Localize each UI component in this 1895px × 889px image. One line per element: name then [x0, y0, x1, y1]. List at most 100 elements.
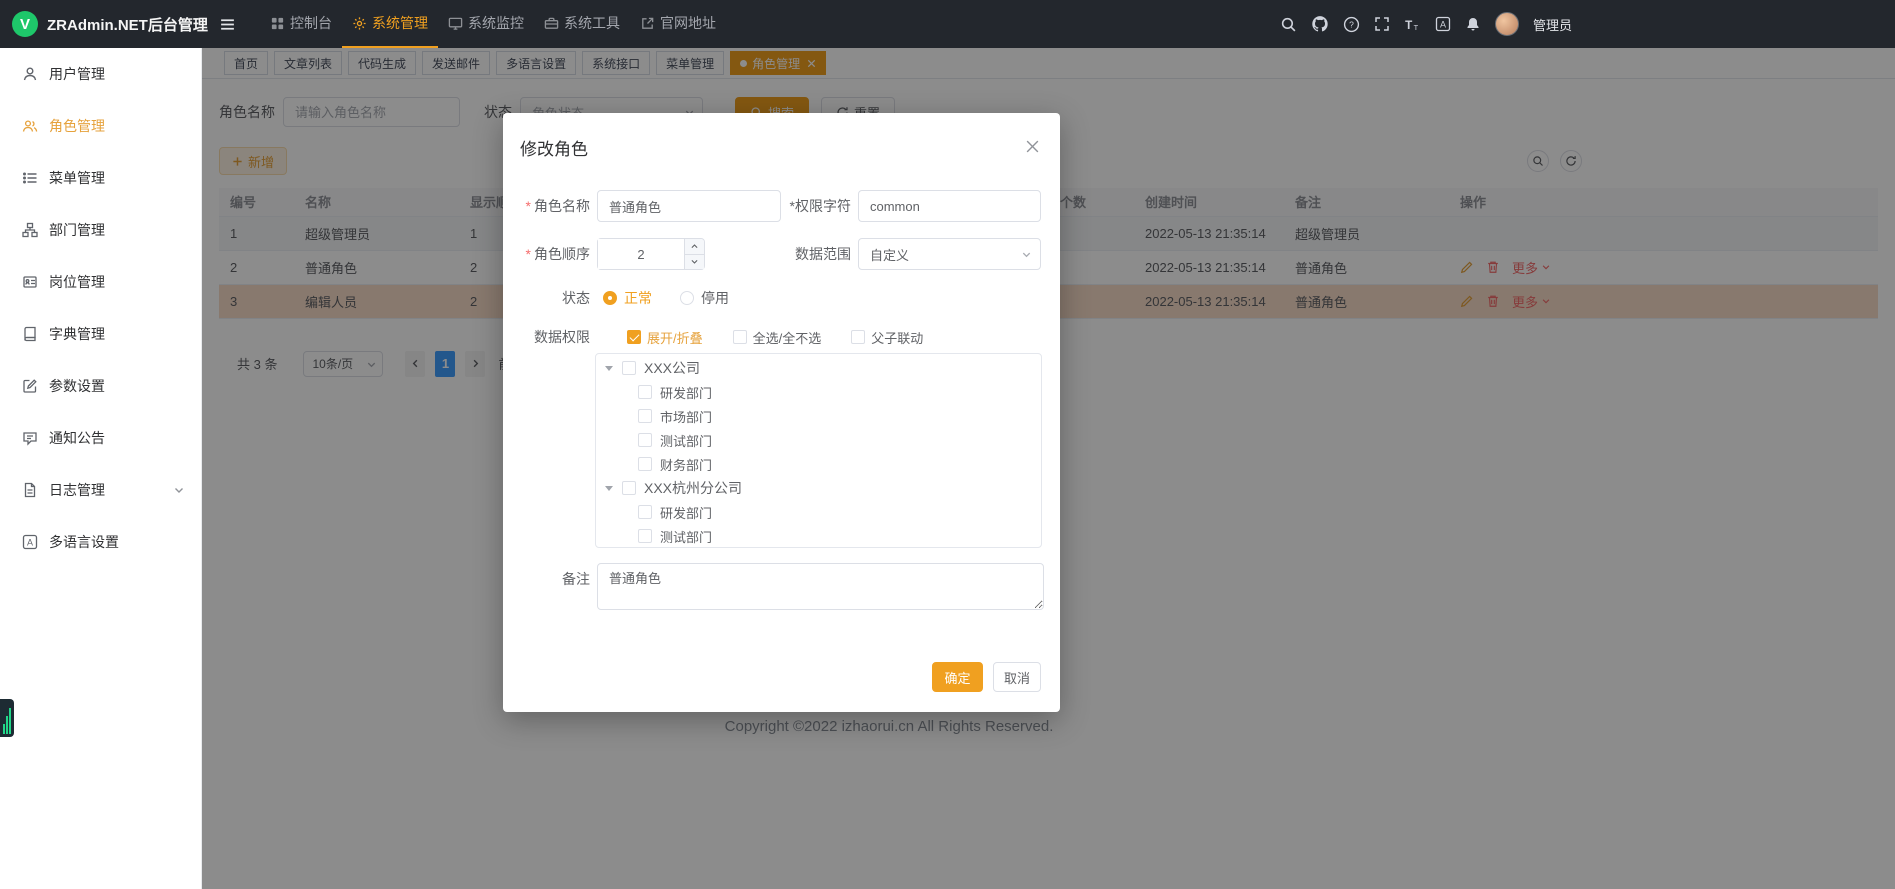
nav-item-system-monitor[interactable]: 系统监控: [438, 0, 534, 48]
checkbox-icon[interactable]: [638, 505, 652, 519]
tree-node-dept[interactable]: 财务部门: [596, 452, 1041, 476]
sidebar-item-label: 多语言设置: [49, 532, 119, 552]
tree-node-label: 研发部门: [660, 383, 712, 402]
confirm-button[interactable]: 确定: [932, 662, 983, 692]
tree-node-company-1[interactable]: XXX公司: [596, 356, 1041, 380]
cancel-button[interactable]: 取消: [993, 662, 1041, 692]
status-radio-disabled[interactable]: 停用: [680, 288, 729, 308]
nav-item-website[interactable]: 官网地址: [630, 0, 726, 48]
tree-node-dept[interactable]: 研发部门: [596, 500, 1041, 524]
user-icon: [22, 66, 38, 82]
permission-tree: XXX公司 研发部门 市场部门 测试部门 财务部门 XXX杭州分公司 研发部门: [595, 353, 1042, 548]
nav-label: 官网地址: [660, 13, 716, 33]
close-icon[interactable]: [1023, 137, 1042, 156]
sidebar-item-post-mgmt[interactable]: 岗位管理: [0, 256, 201, 308]
search-icon[interactable]: [1280, 16, 1297, 33]
svg-text:T: T: [1405, 18, 1412, 31]
svg-text:T: T: [1414, 22, 1419, 31]
stepper-down-icon[interactable]: [685, 255, 704, 270]
tree-node-label: 市场部门: [660, 407, 712, 426]
data-scope-select[interactable]: 自定义: [858, 238, 1041, 270]
avatar[interactable]: [1495, 12, 1519, 36]
stepper-up-icon[interactable]: [685, 239, 704, 255]
caret-down-icon[interactable]: [605, 486, 613, 491]
sidebar-item-label: 字典管理: [49, 324, 105, 344]
header-actions: ? TT A 管理员: [1280, 0, 1572, 48]
nav-item-system-admin[interactable]: 系统管理: [342, 0, 438, 48]
bell-icon[interactable]: [1465, 16, 1481, 32]
remark-textarea[interactable]: 普通角色: [597, 563, 1044, 610]
nav-label: 控制台: [290, 13, 332, 33]
checkbox-icon[interactable]: [638, 409, 652, 423]
sidebar-item-menu-mgmt[interactable]: 菜单管理: [0, 152, 201, 204]
tools-icon: [544, 16, 559, 31]
top-nav: 控制台 系统管理 系统监控 系统工具 官网地址: [260, 0, 726, 48]
sidebar-item-label: 日志管理: [49, 480, 105, 500]
status-radio-normal[interactable]: 正常: [603, 288, 652, 308]
checkbox-icon[interactable]: [638, 385, 652, 399]
log-icon: [22, 482, 38, 498]
nav-label: 系统工具: [564, 13, 620, 33]
nav-label: 系统监控: [468, 13, 524, 33]
radio-icon: [680, 291, 694, 305]
required-mark: *: [526, 246, 531, 262]
github-icon[interactable]: [1311, 15, 1329, 33]
hamburger-icon[interactable]: [215, 12, 240, 37]
app-logo[interactable]: V ZRAdmin.NET后台管理: [0, 0, 202, 48]
role-order-stepper: [597, 238, 705, 270]
sidebar-item-log-mgmt[interactable]: 日志管理: [0, 464, 201, 516]
chevron-down-icon: [173, 484, 185, 496]
tree-node-dept[interactable]: 测试部门: [596, 428, 1041, 452]
tree-node-company-2[interactable]: XXX杭州分公司: [596, 476, 1041, 500]
row-remark: 备注 普通角色: [503, 563, 1060, 610]
tree-node-dept[interactable]: 市场部门: [596, 404, 1041, 428]
sidebar-item-user-mgmt[interactable]: 用户管理: [0, 48, 201, 100]
sidebar-item-dept-mgmt[interactable]: 部门管理: [0, 204, 201, 256]
role-order-input[interactable]: [598, 239, 684, 269]
caret-down-icon[interactable]: [605, 366, 613, 371]
nav-item-system-tools[interactable]: 系统工具: [534, 0, 630, 48]
app-header: V ZRAdmin.NET后台管理 控制台 系统管理 系统监控 系统工具 官网地…: [0, 0, 1895, 48]
checkbox-icon[interactable]: [638, 433, 652, 447]
svg-text:A: A: [27, 538, 33, 548]
perm-checkbox-expand[interactable]: 展开/折叠: [627, 328, 703, 347]
question-icon[interactable]: ?: [1343, 16, 1360, 33]
role-name-input[interactable]: [597, 190, 781, 222]
sidebar-item-dict-mgmt[interactable]: 字典管理: [0, 308, 201, 360]
role-name-label: *角色名称: [503, 196, 590, 216]
data-scope-label: 数据范围: [705, 244, 851, 264]
checkbox-icon[interactable]: [638, 529, 652, 543]
dashboard-icon: [270, 16, 285, 31]
checkbox-icon[interactable]: [638, 457, 652, 471]
corner-widget[interactable]: [0, 699, 14, 737]
user-name[interactable]: 管理员: [1533, 15, 1572, 34]
fullscreen-icon[interactable]: [1374, 16, 1390, 32]
perm-checkbox-linkage[interactable]: 父子联动: [851, 328, 923, 347]
tree-node-dept[interactable]: 测试部门: [596, 524, 1041, 548]
font-size-icon[interactable]: TT: [1404, 16, 1421, 33]
nav-item-console[interactable]: 控制台: [260, 0, 342, 48]
sidebar-item-role-mgmt[interactable]: 角色管理: [0, 100, 201, 152]
perm-checkbox-selectall[interactable]: 全选/全不选: [733, 328, 822, 347]
menu-icon: [22, 170, 38, 186]
sidebar-item-label: 用户管理: [49, 64, 105, 84]
edit-role-dialog: 修改角色 *角色名称 *权限字符 *角色顺序 数据范围 自定义 状态 正常: [503, 113, 1060, 712]
row-name-perm: *角色名称 *权限字符: [503, 190, 1060, 222]
lang-icon: A: [22, 534, 38, 550]
checkbox-icon[interactable]: [622, 361, 636, 375]
sidebar-item-param-settings[interactable]: 参数设置: [0, 360, 201, 412]
language-icon[interactable]: A: [1435, 16, 1451, 32]
checkbox-icon[interactable]: [622, 481, 636, 495]
gear-icon: [352, 16, 367, 31]
sidebar-item-notice[interactable]: 通知公告: [0, 412, 201, 464]
sidebar-item-i18n-settings[interactable]: A 多语言设置: [0, 516, 201, 568]
dept-icon: [22, 222, 38, 238]
app-title: ZRAdmin.NET后台管理: [47, 14, 208, 35]
monitor-icon: [448, 16, 463, 31]
checkbox-icon: [627, 330, 641, 344]
external-link-icon: [640, 16, 655, 31]
dialog-title: 修改角色: [520, 135, 588, 160]
nav-label: 系统管理: [372, 13, 428, 33]
perm-char-input[interactable]: [858, 190, 1041, 222]
tree-node-dept[interactable]: 研发部门: [596, 380, 1041, 404]
